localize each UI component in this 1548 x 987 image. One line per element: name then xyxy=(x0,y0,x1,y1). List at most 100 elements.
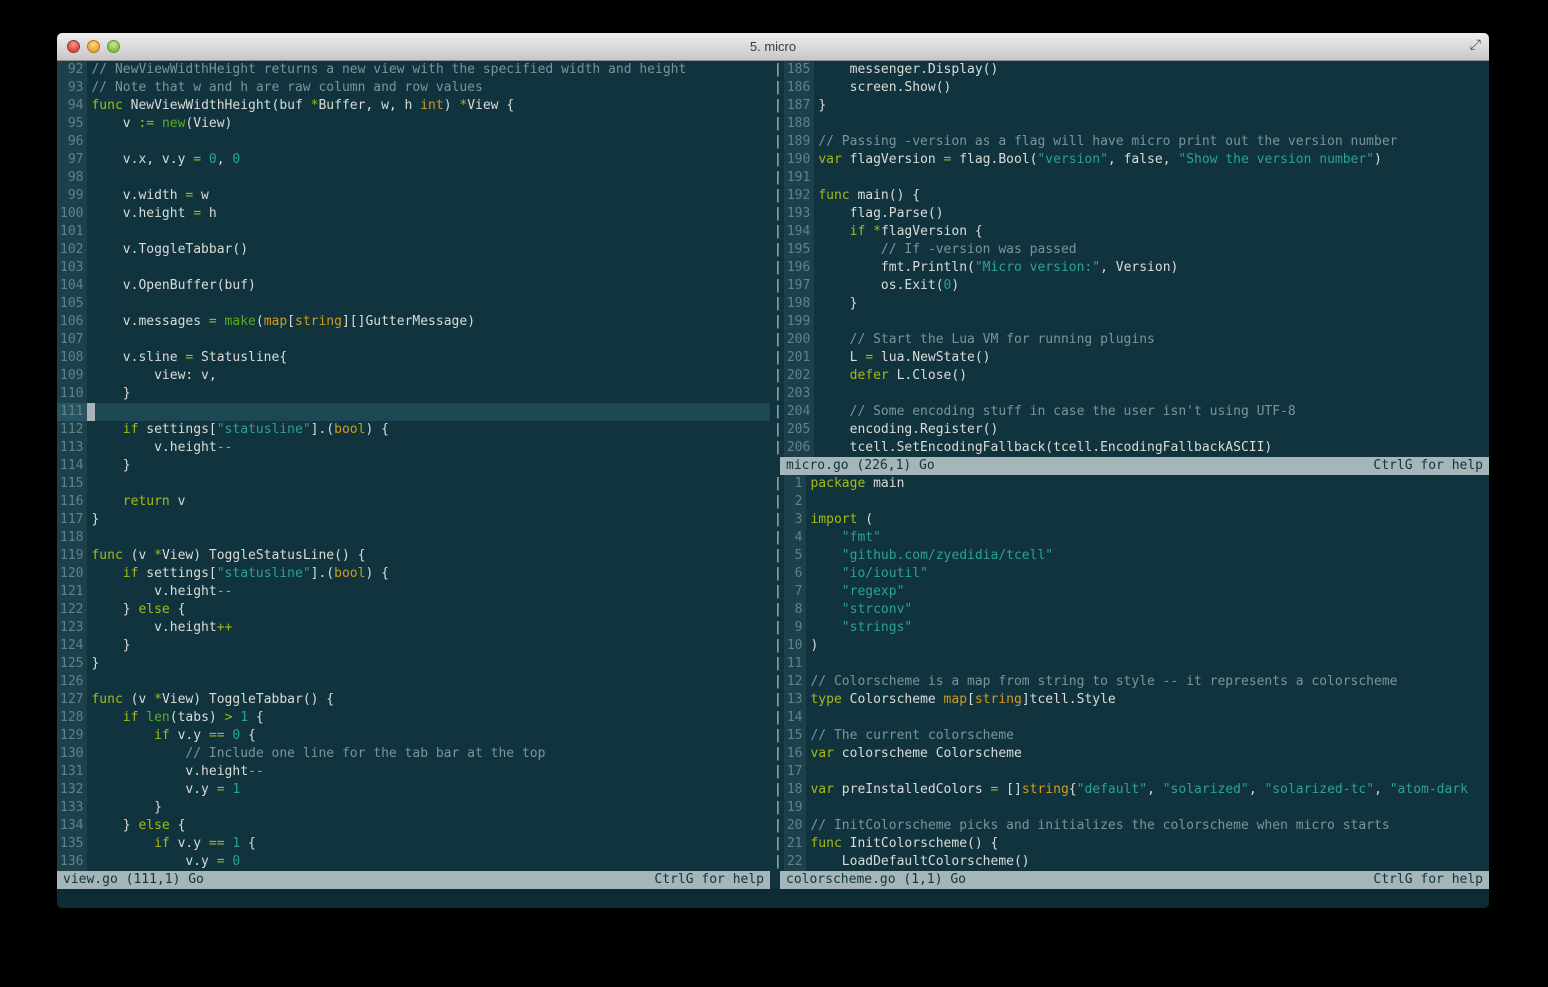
code-line: | 8 "strconv" xyxy=(770,601,1489,619)
line-number: 111 xyxy=(57,403,87,421)
split-divider: | xyxy=(770,349,784,367)
code-line: 109 view: v, xyxy=(57,367,770,385)
code-line: |203 xyxy=(770,385,1489,403)
split-divider: | xyxy=(770,385,784,403)
line-number: 134 xyxy=(57,817,87,835)
code-line: 106 v.messages = make(map[string][]Gutte… xyxy=(57,313,770,331)
line-number: 5 xyxy=(784,547,807,565)
status-file-info: view.go (111,1) Go xyxy=(63,871,204,889)
line-number: 15 xyxy=(784,727,807,745)
code-line: 94func NewViewWidthHeight(buf *Buffer, w… xyxy=(57,97,770,115)
line-number: 19 xyxy=(784,799,807,817)
code-line: 116 return v xyxy=(57,493,770,511)
code-line: |198 } xyxy=(770,295,1489,313)
code-line: | 3import ( xyxy=(770,511,1489,529)
split-divider: | xyxy=(770,295,784,313)
code-line: 125} xyxy=(57,655,770,673)
desktop: { "window": { "title": "5. micro", "full… xyxy=(0,0,1548,987)
line-number: 185 xyxy=(784,61,814,79)
code-line: 102 v.ToggleTabbar() xyxy=(57,241,770,259)
line-number: 104 xyxy=(57,277,87,295)
status-help-hint: CtrlG for help xyxy=(1373,457,1483,475)
split-divider: | xyxy=(770,439,784,457)
code-line: |199 xyxy=(770,313,1489,331)
code-line: 127func (v *View) ToggleTabbar() { xyxy=(57,691,770,709)
line-number: 21 xyxy=(784,835,807,853)
code-line: |22 LoadDefaultColorscheme() xyxy=(770,853,1489,871)
code-line: |11 xyxy=(770,655,1489,673)
code-line: |21func InitColorscheme() { xyxy=(770,835,1489,853)
code-line: |193 flag.Parse() xyxy=(770,205,1489,223)
split-divider: | xyxy=(770,61,784,79)
split-divider: | xyxy=(770,403,784,421)
split-divider: | xyxy=(770,475,784,493)
code-line: | 1package main xyxy=(770,475,1489,493)
line-number: 206 xyxy=(784,439,814,457)
split-divider: | xyxy=(770,511,784,529)
split-divider: | xyxy=(770,565,784,583)
split-gap xyxy=(770,871,780,889)
line-number: 121 xyxy=(57,583,87,601)
code-line: 110 } xyxy=(57,385,770,403)
code-line: 117} xyxy=(57,511,770,529)
fullscreen-icon[interactable]: ⤢ xyxy=(1470,37,1481,53)
line-number: 115 xyxy=(57,475,87,493)
code-line: |14 xyxy=(770,709,1489,727)
minimize-button[interactable] xyxy=(87,40,100,53)
line-number: 95 xyxy=(57,115,87,133)
traffic-lights xyxy=(67,40,120,53)
line-number: 204 xyxy=(784,403,814,421)
split-divider: | xyxy=(770,817,784,835)
code-line: |192func main() { xyxy=(770,187,1489,205)
zoom-button[interactable] xyxy=(107,40,120,53)
code-line: |189// Passing -version as a flag will h… xyxy=(770,133,1489,151)
line-number: 130 xyxy=(57,745,87,763)
editor-pane-colorscheme-go[interactable]: | 1package main| 2| 3import (| 4 "fmt"| … xyxy=(770,475,1489,871)
code-line: 124 } xyxy=(57,637,770,655)
code-line: 97 v.x, v.y = 0, 0 xyxy=(57,151,770,169)
split-divider: | xyxy=(770,745,784,763)
line-number: 107 xyxy=(57,331,87,349)
line-number: 10 xyxy=(784,637,807,655)
status-file-info: colorscheme.go (1,1) Go xyxy=(786,871,966,889)
line-number: 99 xyxy=(57,187,87,205)
close-button[interactable] xyxy=(67,40,80,53)
code-line: 134 } else { xyxy=(57,817,770,835)
code-line: 122 } else { xyxy=(57,601,770,619)
split-divider: | xyxy=(770,727,784,745)
line-number: 113 xyxy=(57,439,87,457)
split-divider: | xyxy=(770,151,784,169)
line-number: 122 xyxy=(57,601,87,619)
code-line: |191 xyxy=(770,169,1489,187)
line-number: 112 xyxy=(57,421,87,439)
line-number: 1 xyxy=(784,475,807,493)
editor-pane-micro-go[interactable]: |185 messenger.Display()|186 screen.Show… xyxy=(770,61,1489,457)
split-divider: | xyxy=(770,583,784,601)
split-divider: | xyxy=(770,853,784,871)
code-line: |196 fmt.Println("Micro version:", Versi… xyxy=(770,259,1489,277)
editor-pane-view-go[interactable]: 92// NewViewWidthHeight returns a new vi… xyxy=(57,61,770,871)
split-divider: | xyxy=(770,781,784,799)
command-line[interactable] xyxy=(57,889,1489,908)
code-line: 136 v.y = 0 xyxy=(57,853,770,871)
split-divider: | xyxy=(770,205,784,223)
code-line: 100 v.height = h xyxy=(57,205,770,223)
code-line: 129 if v.y == 0 { xyxy=(57,727,770,745)
line-number: 189 xyxy=(784,133,814,151)
line-number: 188 xyxy=(784,115,814,133)
line-number: 18 xyxy=(784,781,807,799)
split-divider: | xyxy=(770,655,784,673)
code-line: 108 v.sline = Statusline{ xyxy=(57,349,770,367)
line-number: 119 xyxy=(57,547,87,565)
code-line: 105 xyxy=(57,295,770,313)
code-line: |187} xyxy=(770,97,1489,115)
title-bar[interactable]: 5. micro ⤢ xyxy=(57,33,1489,61)
split-divider: | xyxy=(770,331,784,349)
line-number: 4 xyxy=(784,529,807,547)
split-divider: | xyxy=(770,529,784,547)
split-divider: | xyxy=(770,97,784,115)
line-number: 7 xyxy=(784,583,807,601)
split-divider: | xyxy=(770,223,784,241)
code-line: |195 // If -version was passed xyxy=(770,241,1489,259)
line-number: 127 xyxy=(57,691,87,709)
